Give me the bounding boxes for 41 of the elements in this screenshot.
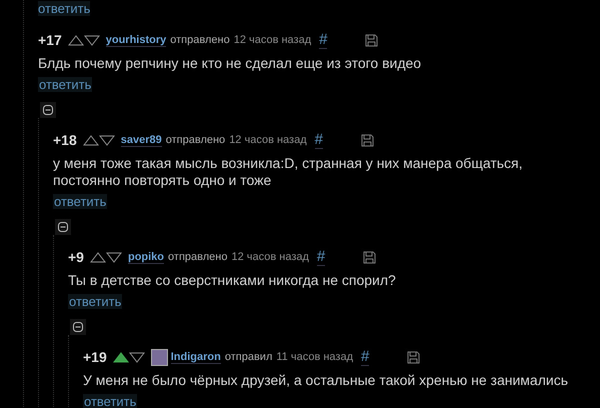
- anchor-link[interactable]: #: [361, 348, 370, 366]
- collapse-button[interactable]: [55, 219, 71, 235]
- sent-label: отправлено: [168, 251, 228, 263]
- vote-arrows-icon[interactable]: [112, 351, 145, 363]
- save-icon[interactable]: [360, 134, 374, 146]
- vote-arrows-icon[interactable]: [90, 251, 122, 263]
- anchor-link[interactable]: #: [319, 31, 328, 49]
- reply-link[interactable]: ответить: [38, 77, 92, 92]
- reply-link[interactable]: ответить: [38, 1, 90, 16]
- rating: +19: [83, 349, 107, 365]
- comment-text: у меня тоже такая мысль возникла:D, странная у них манера общаться, постоянно повторять одно и тоже: [53, 155, 524, 189]
- anchor-link[interactable]: #: [314, 131, 323, 149]
- collapse-button[interactable]: [70, 319, 86, 335]
- time-label: 12 часов назад: [234, 34, 312, 46]
- time-label: 12 часов назад: [229, 134, 307, 146]
- comment-text: Блдь почему репчину не кто не сделал еще из этого видео: [38, 55, 422, 72]
- save-icon[interactable]: [407, 350, 420, 364]
- anchor-link[interactable]: #: [316, 248, 326, 266]
- author-link[interactable]: yourhistory: [106, 34, 166, 46]
- time-label: 11 часов назад: [276, 351, 353, 363]
- rating: +18: [53, 132, 77, 148]
- comment-text: У меня не было чёрных друзей, а остальные такой хренью не занимались: [83, 372, 569, 389]
- reply-link[interactable]: ответить: [68, 294, 122, 309]
- author-link[interactable]: Indigaron: [170, 350, 221, 364]
- vote-arrows-icon[interactable]: [68, 34, 100, 46]
- sent-label: отправлено: [170, 34, 230, 46]
- rating: +9: [68, 249, 84, 265]
- reply-link[interactable]: ответить: [83, 394, 138, 408]
- author-link[interactable]: popiko: [128, 250, 164, 264]
- author-link[interactable]: saver89: [120, 134, 162, 146]
- time-label: 12 часов назад: [231, 251, 309, 263]
- comment-text: Ты в детстве со сверстниками никогда не спорил?: [68, 272, 397, 289]
- collapse-button[interactable]: [40, 102, 56, 118]
- sent-label: отправил: [224, 351, 272, 363]
- avatar[interactable]: [150, 348, 168, 366]
- rating: +17: [38, 32, 62, 48]
- reply-link[interactable]: ответить: [53, 194, 108, 209]
- sent-label: отправлено: [166, 134, 226, 146]
- vote-arrows-icon[interactable]: [82, 134, 115, 146]
- save-icon[interactable]: [365, 34, 378, 46]
- save-icon[interactable]: [363, 250, 376, 264]
